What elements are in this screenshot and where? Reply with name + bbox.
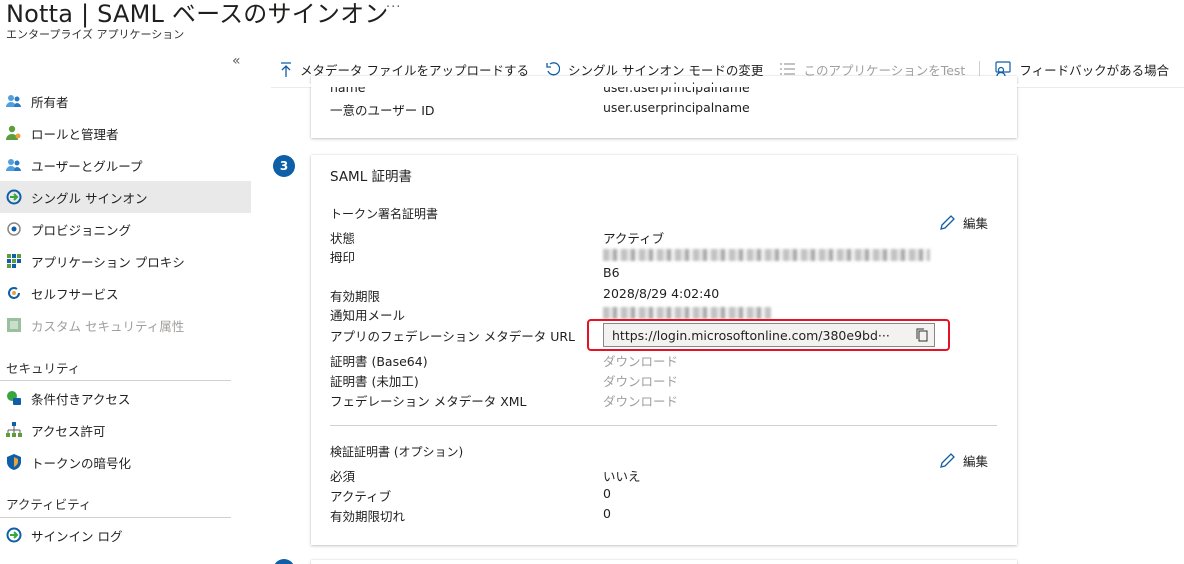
token-signing-section-title: トークン署名証明書 (330, 207, 439, 221)
required-label: 必須 (330, 469, 356, 484)
sidebar-item-label: 所有者 (31, 94, 69, 110)
owners-icon (6, 93, 22, 109)
cert-base64-label: 証明書 (Base64) (330, 354, 428, 369)
step-badge: 3 (273, 155, 295, 177)
provisioning-icon (6, 221, 22, 237)
download-cert-raw-link[interactable]: ダウンロード (603, 371, 678, 390)
sign-in-logs-icon (6, 527, 22, 543)
sso-icon (6, 189, 22, 205)
section-heading-activity: アクティビティ (6, 497, 92, 512)
sidebar-item-label: 条件付きアクセス (31, 391, 131, 407)
sidebar-item-self-service[interactable]: セルフサービス (0, 277, 251, 309)
sidebar-item-owners[interactable]: 所有者 (0, 85, 251, 117)
sidebar-item-label: シングル サインオン (31, 190, 148, 206)
sidebar-item-label: アプリケーション プロキシ (31, 254, 185, 270)
self-service-icon (6, 285, 22, 301)
edit-label: 編集 (963, 216, 989, 231)
sidebar-item-provisioning[interactable]: プロビジョニング (0, 213, 251, 245)
sidebar-item-app-proxy[interactable]: アプリケーション プロキシ (0, 245, 251, 277)
sidebar-item-users-groups[interactable]: ユーザーとグループ (0, 149, 251, 181)
sidebar-item-sign-in-logs[interactable]: サインイン ログ (0, 519, 251, 551)
section-divider (0, 380, 231, 381)
section-heading-security: セキュリティ (6, 361, 81, 376)
expired-value: 0 (603, 506, 611, 521)
app-proxy-icon (6, 253, 22, 269)
toolbar-area (271, 55, 1184, 84)
sidebar-item-label: アクセス許可 (31, 423, 106, 439)
collapse-sidebar-button[interactable]: « (232, 53, 241, 69)
pencil-icon (940, 453, 955, 468)
next-step-badge (273, 559, 295, 564)
cert-raw-label: 証明書 (未加工) (330, 374, 419, 389)
edit-label: 編集 (963, 454, 989, 469)
redacted-email (603, 307, 771, 319)
federation-xml-label: フェデレーション メタデータ XML (330, 394, 527, 409)
sidebar-item-label: カスタム セキュリティ属性 (31, 318, 185, 334)
active-label: アクティブ (330, 489, 392, 504)
expired-label: 有効期限切れ (330, 509, 406, 524)
required-value: いいえ (603, 469, 641, 484)
conditional-access-icon (6, 390, 22, 406)
sidebar-item-conditional-access[interactable]: 条件付きアクセス (0, 382, 251, 414)
edit-token-signing-button[interactable]: 編集 (940, 213, 988, 232)
metadata-url-label: アプリのフェデレーション メタデータ URL (330, 329, 575, 344)
sidebar-item-label: トークンの暗号化 (31, 455, 132, 471)
download-cert-base64-link[interactable]: ダウンロード (603, 351, 678, 370)
annotation-highlight-box (587, 319, 950, 351)
attr-row-value: user.userprincipalname (603, 100, 750, 115)
sidebar-item-roles[interactable]: ロールと管理者 (0, 117, 251, 149)
page-subtitle: エンタープライズ アプリケーション (6, 28, 185, 41)
sidebar-item-label: ユーザーとグループ (31, 158, 143, 174)
status-value: アクティブ (603, 231, 665, 246)
sidebar-item-token-encryption[interactable]: トークンの暗号化 (0, 446, 251, 478)
redacted-thumbprint (603, 249, 930, 261)
sidebar: « 所有者 ロールと管理者 ユーザーとグループ シングル サインオン プロビジョ… (0, 50, 251, 564)
section-divider (330, 425, 997, 426)
sidebar-item-custom-security-attributes[interactable]: カスタム セキュリティ属性 (0, 309, 251, 341)
download-federation-xml-link[interactable]: ダウンロード (603, 391, 678, 410)
sidebar-item-label: ロールと管理者 (31, 126, 119, 142)
status-label: 状態 (330, 231, 356, 246)
active-value: 0 (603, 486, 611, 501)
pencil-icon (940, 215, 955, 230)
expiry-value: 2028/8/29 4:02:40 (603, 286, 720, 301)
sidebar-item-label: セルフサービス (31, 286, 119, 302)
sidebar-item-permissions[interactable]: アクセス許可 (0, 414, 251, 446)
roles-icon (6, 125, 22, 141)
users-groups-icon (6, 157, 22, 173)
scroll-mask (271, 84, 1184, 87)
section-divider (0, 517, 231, 518)
permissions-icon (6, 422, 22, 438)
next-card (311, 560, 1017, 564)
sidebar-item-sso[interactable]: シングル サインオン (0, 181, 251, 213)
thumbprint-tail: B6 (603, 265, 620, 280)
thumbprint-label: 拇印 (330, 250, 356, 265)
sidebar-item-label: サインイン ログ (31, 528, 123, 544)
sidebar-item-label: プロビジョニング (31, 222, 132, 238)
notification-email-label: 通知用メール (330, 308, 406, 323)
custom-attr-icon (6, 317, 22, 333)
verification-section-title: 検証証明書 (オプション) (330, 445, 464, 459)
page-title: Notta | SAML ベースのサインオン (6, 0, 389, 28)
page-header: Notta | SAML ベースのサインオン ··· エンタープライズ アプリケ… (0, 0, 1184, 48)
expiry-label: 有効期限 (330, 289, 381, 304)
card-title: SAML 証明書 (330, 169, 413, 185)
token-encryption-icon (6, 454, 22, 470)
edit-verification-button[interactable]: 編集 (940, 451, 988, 470)
more-options-button[interactable]: ··· (386, 0, 401, 15)
attr-row-label: 一意のユーザー ID (330, 103, 435, 118)
